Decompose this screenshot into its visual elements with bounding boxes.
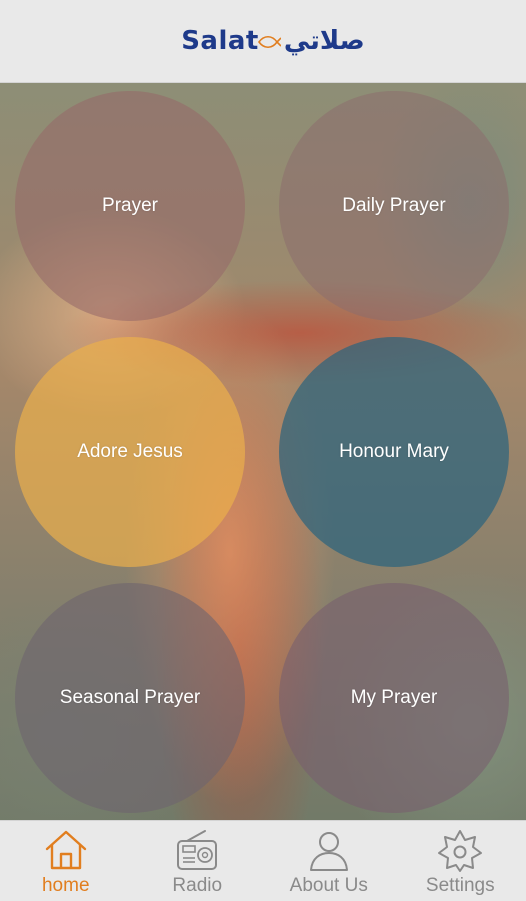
daily-prayer-label: Daily Prayer xyxy=(342,195,445,217)
home-icon xyxy=(42,827,90,873)
gear-icon xyxy=(436,827,484,873)
prayer-button[interactable]: Prayer xyxy=(15,91,245,321)
fish-icon xyxy=(257,35,281,49)
tab-about-us-label: About Us xyxy=(290,875,368,897)
logo-latin-text: Salat xyxy=(181,26,259,56)
tab-home[interactable]: home xyxy=(0,821,132,901)
app-header: Salat صلاتي xyxy=(0,0,526,83)
honour-mary-label: Honour Mary xyxy=(339,441,449,463)
honour-mary-button[interactable]: Honour Mary xyxy=(279,337,509,567)
tab-radio-label: Radio xyxy=(172,875,222,897)
bottom-tab-bar: home Radio About Us Settings xyxy=(0,820,526,901)
my-prayer-button[interactable]: My Prayer xyxy=(279,583,509,813)
user-icon xyxy=(305,827,353,873)
prayer-label: Prayer xyxy=(102,195,158,217)
seasonal-prayer-label: Seasonal Prayer xyxy=(60,687,200,709)
home-menu: Prayer Daily Prayer Adore Jesus Honour M… xyxy=(0,83,526,820)
tab-home-label: home xyxy=(42,875,90,897)
adore-jesus-button[interactable]: Adore Jesus xyxy=(15,337,245,567)
my-prayer-label: My Prayer xyxy=(351,687,438,709)
seasonal-prayer-button[interactable]: Seasonal Prayer xyxy=(15,583,245,813)
radio-icon xyxy=(173,827,221,873)
tab-settings-label: Settings xyxy=(426,875,495,897)
adore-jesus-label: Adore Jesus xyxy=(77,441,183,463)
app-logo: Salat صلاتي xyxy=(181,26,365,56)
tab-settings[interactable]: Settings xyxy=(395,821,526,901)
tab-about-us[interactable]: About Us xyxy=(263,821,395,901)
tab-radio[interactable]: Radio xyxy=(132,821,264,901)
logo-arabic-text: صلاتي xyxy=(284,26,365,56)
daily-prayer-button[interactable]: Daily Prayer xyxy=(279,91,509,321)
